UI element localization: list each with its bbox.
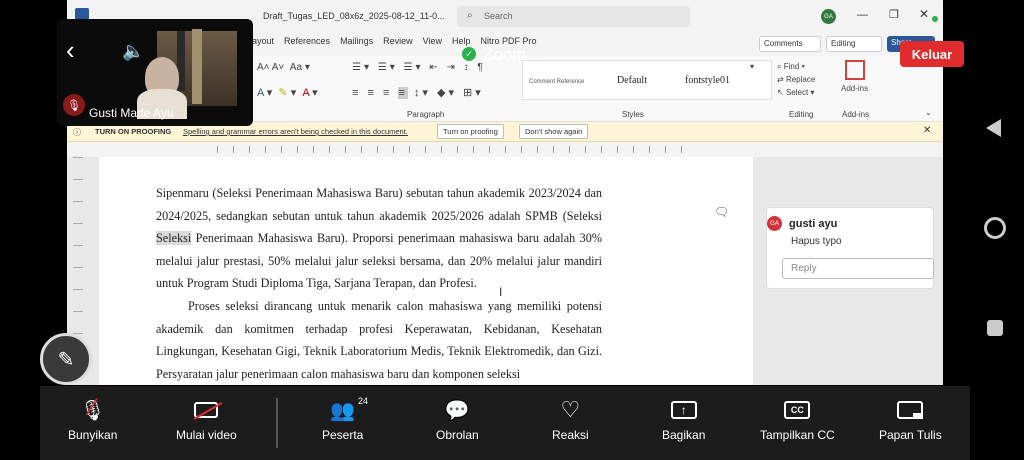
self-name: Gusti Made Ayu: [89, 106, 174, 120]
self-muted-icon: 🎙: [63, 94, 85, 116]
addins-group-label: Add-ins: [842, 110, 870, 119]
speaker-icon[interactable]: 🔈: [122, 41, 144, 62]
comment-marker-icon[interactable]: 🗨: [714, 205, 729, 219]
styles-gallery: Comment Reference Default fontstyle01: [522, 60, 772, 100]
info-icon: ⓘ: [73, 128, 81, 137]
alignment-buttons[interactable]: ≡ ≡ ≡ ≡ ↕▾ ◆▾ ⊞▾: [352, 86, 484, 99]
collapse-ribbon-icon[interactable]: ⌄: [925, 108, 932, 117]
style-fontstyle01[interactable]: fontstyle01: [685, 75, 730, 86]
closed-captions-button[interactable]: CC Tampilkan CC: [760, 396, 835, 442]
document-body[interactable]: Sipenmaru (Seleksi Penerimaan Mahasiswa …: [156, 182, 602, 385]
comment-author: gusti ayu: [789, 218, 838, 230]
comment-text: Hapus typo: [791, 236, 842, 247]
cc-icon: CC: [784, 396, 811, 424]
status-dot-icon: [932, 16, 938, 22]
back-nav-icon[interactable]: [986, 119, 1001, 137]
font-size-buttons[interactable]: A˄ A˅ Aa ▾: [257, 62, 310, 73]
mute-button[interactable]: 🎙 ⁄ Bunyikan: [68, 394, 117, 442]
toolbar-divider: [276, 398, 278, 448]
restore-icon[interactable]: ❐: [889, 8, 899, 21]
find-button[interactable]: ⌕ Find ▾: [777, 60, 815, 73]
style-comment-reference[interactable]: Comment Reference: [529, 79, 584, 85]
search-icon: ⌕: [467, 10, 473, 21]
share-screen-button[interactable]: ↑ Bagikan: [662, 396, 705, 442]
proofing-message: Spelling and grammar errors aren't being…: [183, 127, 408, 136]
share-icon: ↑: [670, 396, 697, 424]
comment-card[interactable]: GA gusti ayu Hapus typo Reply: [766, 207, 934, 289]
styles-group-label: Styles: [622, 110, 644, 119]
recents-nav-icon[interactable]: [987, 320, 1003, 336]
comment-avatar: GA: [767, 216, 782, 231]
tab-mailings[interactable]: Mailings: [340, 36, 373, 54]
text-cursor-icon: I: [499, 285, 503, 299]
dismiss-banner-icon[interactable]: ✕: [923, 125, 931, 136]
horizontal-ruler[interactable]: [67, 142, 943, 157]
close-icon[interactable]: ✕: [919, 7, 929, 21]
dont-show-again-button[interactable]: Don't show again: [519, 124, 589, 139]
user-avatar[interactable]: GA: [821, 9, 836, 24]
video-off-icon: [193, 396, 223, 424]
zoom-meeting-screen: Draft_Tugas_LED_08x6z_2025-08-12_11-0...…: [0, 0, 1024, 460]
reactions-button[interactable]: ♡ Reaksi: [552, 396, 589, 442]
comments-button[interactable]: Comments: [759, 36, 821, 52]
replace-button[interactable]: ⇄ Replace: [777, 73, 815, 86]
minimize-icon[interactable]: —: [857, 9, 868, 21]
chat-icon: 💬: [444, 399, 470, 422]
participant-count: 24: [358, 396, 369, 406]
add-ins-button[interactable]: Add-ins: [841, 84, 868, 93]
turn-on-proofing-button[interactable]: Turn on proofing: [437, 124, 504, 139]
tab-review[interactable]: Review: [383, 36, 413, 54]
add-ins-icon[interactable]: [845, 60, 865, 80]
chevron-down-icon: ⌄: [531, 51, 541, 63]
document-title: Draft_Tugas_LED_08x6z_2025-08-12_11-0...: [263, 11, 445, 21]
proofing-title: TURN ON PROOFING: [95, 127, 172, 136]
tab-view[interactable]: View: [423, 36, 442, 54]
editing-mode-button[interactable]: Editing: [826, 36, 882, 52]
encryption-shield-icon[interactable]: ✓: [462, 47, 476, 61]
editing-group: ⌕ Find ▾ ⇄ Replace ↖ Select ▾: [777, 60, 815, 99]
heart-icon: ♡: [560, 397, 581, 422]
editing-group-label: Editing: [789, 110, 814, 119]
annotate-pencil-icon[interactable]: ✎: [40, 333, 92, 385]
reply-input[interactable]: Reply: [782, 258, 934, 279]
whiteboard-icon: [897, 396, 924, 424]
styles-scroll-icon[interactable]: ▾: [750, 62, 754, 71]
paragraph-group-label: Paragraph: [407, 110, 445, 119]
zoom-title[interactable]: Zoom ⌄: [483, 45, 540, 65]
search-placeholder: Search: [484, 11, 513, 21]
start-video-button[interactable]: Mulai video: [176, 396, 237, 442]
list-buttons[interactable]: ☰▾ ☰▾ ☰▾ ⇤ ⇥ ↕ ¶: [352, 62, 486, 73]
back-icon[interactable]: ‹: [66, 37, 75, 63]
whiteboard-button[interactable]: Papan Tulis: [879, 396, 942, 442]
leave-button[interactable]: Keluar: [900, 41, 964, 67]
select-button[interactable]: ↖ Select ▾: [777, 86, 815, 99]
tab-references[interactable]: References: [284, 36, 330, 54]
home-nav-icon[interactable]: [984, 217, 1006, 239]
mic-muted-icon: 🎙 ⁄: [79, 394, 106, 422]
paragraph-2: Proses seleksi dirancang untuk menarik c…: [156, 298, 602, 381]
chat-button[interactable]: 💬 Obrolan: [436, 396, 479, 443]
search-box[interactable]: ⌕ Search: [457, 6, 690, 27]
highlighted-word: Seleksi: [156, 231, 192, 246]
style-default[interactable]: Default: [617, 75, 647, 86]
paragraph-1: Sipenmaru (Seleksi Penerimaan Mahasiswa …: [156, 186, 602, 291]
font-color-tools[interactable]: A ▾ ✎ ▾ A ▾: [257, 86, 318, 99]
participants-icon: 👥: [330, 399, 356, 422]
